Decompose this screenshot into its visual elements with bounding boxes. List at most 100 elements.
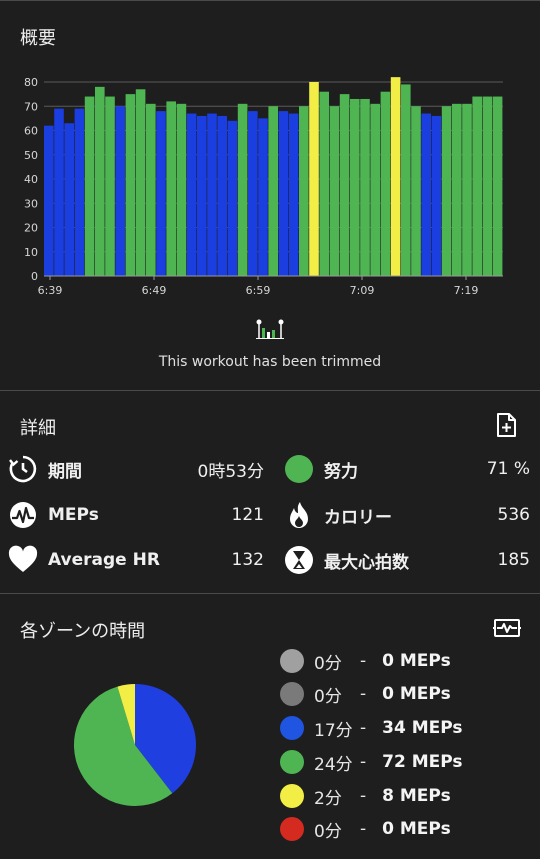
hr-bar	[309, 82, 319, 276]
zone-row: 24分 - 72 MEPs	[280, 749, 463, 775]
hr-bar	[146, 103, 156, 276]
zone-meps: 0 MEPs	[382, 819, 451, 839]
y-tick-label: 10	[24, 246, 38, 259]
y-tick-label: 60	[24, 125, 38, 138]
section-divider-1	[0, 390, 540, 391]
stat-value: 185	[497, 550, 530, 570]
stat-label: MEPs	[48, 505, 99, 525]
zone-meps: 72 MEPs	[382, 752, 463, 772]
zone-separator: -	[360, 786, 367, 806]
meps-icon	[8, 500, 38, 530]
stat-label: カロリー	[324, 507, 392, 528]
hr-bar	[360, 98, 370, 276]
zone-separator: -	[360, 651, 367, 671]
stat-max-hr: 最大心拍数 185	[284, 542, 530, 578]
hr-bar	[411, 106, 421, 276]
zone-minutes: 17分	[314, 720, 353, 741]
hr-bar	[64, 123, 74, 276]
hr-bar	[299, 106, 309, 276]
zone-pie-chart	[73, 684, 196, 807]
overview-title: 概要	[20, 28, 56, 49]
hr-bar	[115, 106, 125, 276]
stat-average-hr: Average HR 132	[8, 542, 264, 578]
hr-bar	[74, 108, 85, 276]
hr-bar	[472, 96, 482, 276]
x-tick-label: 6:39	[38, 284, 63, 297]
hr-bar	[135, 89, 146, 276]
hr-bar	[482, 96, 493, 276]
hr-bar	[319, 91, 329, 276]
zone-separator: -	[360, 718, 367, 738]
y-tick-label: 30	[24, 197, 38, 210]
zone-meps: 34 MEPs	[382, 718, 463, 738]
details-title: 詳細	[20, 418, 56, 439]
hr-bar	[84, 96, 95, 276]
timer-icon	[8, 454, 38, 484]
zone-separator: -	[360, 819, 367, 839]
hr-bar	[237, 103, 248, 276]
hr-bar	[54, 108, 64, 276]
hr-bar	[105, 96, 115, 276]
hr-bar	[156, 111, 166, 276]
hourglass-icon	[284, 545, 314, 575]
zone-color-dot	[280, 750, 304, 774]
zone-color-dot	[280, 784, 304, 808]
x-tick-label: 6:49	[142, 284, 167, 297]
hr-bar	[350, 98, 360, 276]
zone-meps: 0 MEPs	[382, 684, 451, 704]
zone-color-dot	[280, 682, 304, 706]
zone-separator: -	[360, 752, 367, 772]
hr-bar	[207, 113, 217, 276]
stat-value: 71 %	[486, 459, 530, 479]
section-divider-2	[0, 593, 540, 594]
y-tick-label: 80	[24, 76, 38, 89]
stat-value: 132	[231, 550, 264, 570]
stat-value: 0時53分	[197, 461, 264, 482]
y-tick-label: 70	[24, 100, 38, 113]
hr-bar	[166, 101, 176, 277]
zones-title: 各ゾーンの時間	[20, 621, 146, 642]
add-file-icon[interactable]	[494, 412, 518, 438]
flame-icon	[284, 500, 314, 530]
zone-minutes: 0分	[314, 686, 342, 707]
trim-icon	[256, 319, 284, 339]
stat-calories: カロリー 536	[284, 497, 530, 533]
hr-bar	[197, 115, 207, 276]
stat-duration: 期間 0時53分	[8, 451, 264, 487]
trimmed-notice: This workout has been trimmed	[158, 354, 382, 370]
hr-bar	[227, 120, 238, 276]
y-tick-label: 40	[24, 173, 38, 186]
zone-meps: 8 MEPs	[382, 786, 451, 806]
zone-meps: 0 MEPs	[382, 651, 451, 671]
zone-separator: -	[360, 684, 367, 704]
stat-effort: 努力 71 %	[284, 451, 530, 487]
x-tick-label: 7:09	[350, 284, 375, 297]
hr-bar	[176, 103, 187, 276]
zone-minutes: 24分	[314, 754, 353, 775]
zone-minutes: 0分	[314, 821, 342, 842]
zone-row: 0分 - 0 MEPs	[280, 681, 451, 707]
zone-settings-icon[interactable]	[493, 616, 521, 640]
hr-bar	[329, 106, 340, 276]
zone-row: 17分 - 34 MEPs	[280, 715, 463, 741]
zone-row: 2分 - 8 MEPs	[280, 783, 451, 809]
hr-bar	[339, 94, 350, 277]
top-divider	[0, 0, 540, 1]
stat-value: 121	[231, 505, 264, 525]
zone-minutes: 2分	[314, 788, 342, 809]
hr-bar	[390, 77, 401, 277]
hr-bar	[248, 111, 258, 276]
hr-bar	[401, 84, 411, 276]
zone-color-dot	[280, 649, 304, 673]
hr-bar	[288, 113, 299, 276]
y-tick-label: 0	[31, 270, 38, 283]
stat-label: 期間	[48, 461, 82, 482]
hr-bar	[462, 103, 472, 276]
x-tick-label: 6:59	[246, 284, 271, 297]
hr-bar	[44, 125, 54, 277]
zone-color-dot	[280, 716, 304, 740]
hr-bar	[258, 118, 268, 277]
hr-bar	[452, 103, 462, 276]
y-tick-label: 50	[24, 149, 38, 162]
heart-icon	[8, 545, 38, 575]
